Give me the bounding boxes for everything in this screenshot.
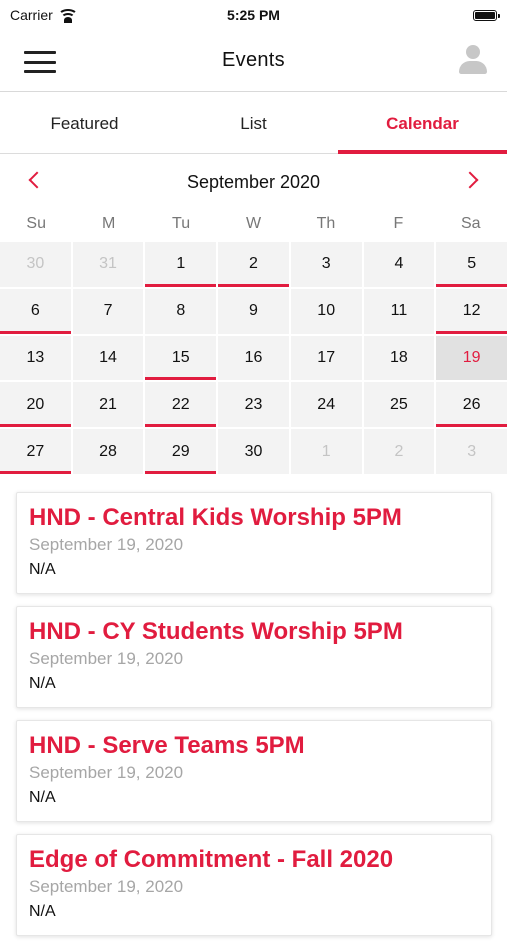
calendar-day[interactable]: 14 xyxy=(72,335,144,381)
calendar-day[interactable]: 27 xyxy=(0,429,71,474)
calendar-day[interactable]: 25 xyxy=(363,382,435,428)
weekday-label: Tu xyxy=(172,215,191,232)
calendar-day[interactable]: 9 xyxy=(218,288,289,334)
calendar-day[interactable]: 30 xyxy=(0,242,71,287)
event-date: September 19, 2020 xyxy=(29,877,184,896)
calendar-day[interactable]: 20 xyxy=(0,382,71,428)
calendar-day[interactable]: 30 xyxy=(218,429,289,474)
month-label: September 2020 xyxy=(186,171,321,192)
weekday-label: Th xyxy=(316,215,336,232)
event-list: HND - Central Kids Worship 5PM September… xyxy=(16,492,492,948)
tab-calendar[interactable]: Calendar xyxy=(338,94,507,154)
calendar-day[interactable]: 2 xyxy=(218,242,289,287)
calendar-day[interactable]: 21 xyxy=(72,382,144,428)
calendar-day[interactable]: 15 xyxy=(145,335,217,381)
user-avatar-icon[interactable] xyxy=(459,45,487,75)
weekday-label: Su xyxy=(26,215,46,232)
event-location: N/A xyxy=(29,903,56,920)
event-card[interactable]: HND - Serve Teams 5PM September 19, 2020… xyxy=(16,720,492,822)
calendar-day[interactable]: 28 xyxy=(72,429,144,474)
event-title: HND - CY Students Worship 5PM xyxy=(29,618,403,645)
calendar-day[interactable]: 23 xyxy=(218,382,289,428)
calendar-day[interactable]: 3 xyxy=(290,242,362,287)
chevron-left-icon[interactable] xyxy=(28,171,46,189)
event-date: September 19, 2020 xyxy=(29,535,184,554)
event-location: N/A xyxy=(29,675,56,692)
calendar-day[interactable]: 6 xyxy=(0,288,71,334)
status-bar: Carrier 5:25 PM xyxy=(0,0,507,30)
tab-featured[interactable]: Featured xyxy=(0,94,169,153)
calendar-day[interactable]: 24 xyxy=(290,382,362,428)
event-title: Edge of Commitment - Fall 2020 xyxy=(29,846,394,873)
calendar-day[interactable]: 4 xyxy=(363,242,435,287)
chevron-right-icon[interactable] xyxy=(461,171,479,189)
month-navigation: September 2020 xyxy=(0,160,507,204)
calendar-day[interactable]: 2 xyxy=(363,429,435,474)
menu-icon[interactable] xyxy=(24,51,56,73)
calendar-day[interactable]: 3 xyxy=(436,429,507,474)
weekday-header: Su M Tu W Th F Sa xyxy=(0,206,507,242)
calendar-day[interactable]: 13 xyxy=(0,335,71,381)
tab-list[interactable]: List xyxy=(169,94,338,153)
event-date: September 19, 2020 xyxy=(29,649,184,668)
tab-bar: Featured List Calendar xyxy=(0,94,507,154)
calendar-day[interactable]: 12 xyxy=(436,288,507,334)
event-date: September 19, 2020 xyxy=(29,763,184,782)
wifi-icon xyxy=(57,9,78,23)
calendar-day[interactable]: 16 xyxy=(218,335,289,381)
event-card[interactable]: HND - Central Kids Worship 5PM September… xyxy=(16,492,492,594)
calendar-day[interactable]: 8 xyxy=(145,288,217,334)
event-title: HND - Serve Teams 5PM xyxy=(29,732,305,759)
calendar-day[interactable]: 31 xyxy=(72,242,144,287)
status-left: Carrier xyxy=(10,7,78,23)
page-title: Events xyxy=(222,49,285,71)
event-title: HND - Central Kids Worship 5PM xyxy=(29,504,402,531)
event-card[interactable]: Edge of Commitment - Fall 2020 September… xyxy=(16,834,492,936)
weekday-label: W xyxy=(245,215,262,232)
event-card[interactable]: HND - CY Students Worship 5PM September … xyxy=(16,606,492,708)
app-header: Events xyxy=(0,30,507,92)
calendar-day[interactable]: 1 xyxy=(145,242,217,287)
event-location: N/A xyxy=(29,561,56,578)
calendar-day[interactable]: 11 xyxy=(363,288,435,334)
weekday-label: M xyxy=(101,215,116,232)
calendar-day[interactable]: 5 xyxy=(436,242,507,287)
carrier-label: Carrier xyxy=(10,7,53,23)
calendar-day[interactable]: 10 xyxy=(290,288,362,334)
calendar-grid: 30 31 1 2 3 4 5 6 7 8 9 10 11 12 13 14 15 16 17 18 19 20 21 22 2… xyxy=(0,242,507,474)
calendar-day[interactable]: 18 xyxy=(363,335,435,381)
calendar-day[interactable]: 29 xyxy=(145,429,217,474)
calendar-day[interactable]: 1 xyxy=(290,429,362,474)
calendar-day[interactable]: 7 xyxy=(72,288,144,334)
calendar-day[interactable]: 22 xyxy=(145,382,217,428)
weekday-label: Sa xyxy=(460,215,481,232)
calendar-day-selected[interactable]: 19 xyxy=(436,335,507,381)
calendar-day[interactable]: 17 xyxy=(290,335,362,381)
weekday-label: F xyxy=(393,215,404,232)
battery-icon xyxy=(473,9,500,21)
calendar-day[interactable]: 26 xyxy=(436,382,507,428)
status-time: 5:25 PM xyxy=(227,7,280,23)
event-location: N/A xyxy=(29,789,56,806)
